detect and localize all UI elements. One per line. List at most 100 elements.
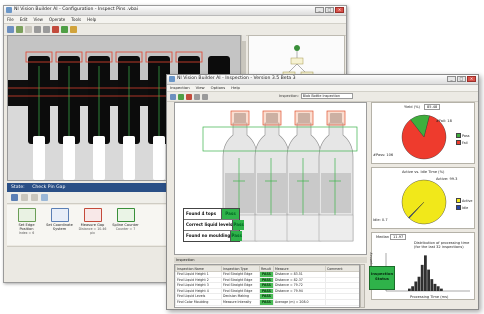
zoom-out-icon[interactable] [202, 93, 208, 100]
histogram-bar [420, 264, 424, 291]
legend-item: Pass [456, 133, 470, 138]
yield-chart-panel: Yield (%) 85.48 #Fail: 18 #Pass: 106 Pas… [371, 102, 475, 164]
result-row: Correct liquid levels Pass [184, 220, 244, 231]
histogram-bar [433, 283, 437, 291]
state-line: Inspection [174, 257, 367, 263]
zoom-in-icon[interactable] [34, 26, 41, 33]
menu-view[interactable]: View [33, 16, 43, 23]
state-start-node [294, 45, 300, 51]
idle-slice-label: Idle: 0.7 [373, 218, 388, 222]
table-scrollbar[interactable] [360, 264, 365, 308]
bottle-inspection-image[interactable]: Found 4 tops Pass Correct liquid levels … [174, 102, 367, 255]
histogram-bar [430, 279, 434, 291]
step-label: Set Coordinate System [46, 223, 73, 231]
result-status: Pass [221, 209, 239, 219]
edge-step-icon [17, 208, 36, 222]
menu-edit[interactable]: Edit [20, 16, 28, 23]
state-value: Check Pin Gap [32, 185, 66, 190]
inspection-titlebar[interactable]: NI Vision Builder AI - Inspection - Vers… [167, 75, 478, 85]
table-cell [325, 299, 359, 306]
result-status: Pass [232, 220, 244, 230]
configuration-title: NI Vision Builder AI - Configuration - I… [14, 7, 139, 12]
histogram-bar [427, 269, 430, 291]
inspection-selector-label: Inspection: [279, 94, 299, 98]
save-icon[interactable] [16, 26, 23, 33]
inspection-status-indicator: Inspection Status [369, 266, 395, 290]
step-measure-gap[interactable]: Measure Gap Distance = 10.46 pix [77, 205, 108, 245]
configuration-titlebar[interactable]: NI Vision Builder AI - Configuration - I… [4, 6, 346, 16]
step-label: Set Edge Position [18, 223, 35, 231]
inspection-selector[interactable]: Blob Bottle Inspection [300, 93, 353, 99]
table-cell: Measure Intensity [221, 299, 260, 306]
menu-tools[interactable]: Tools [71, 16, 81, 23]
menu-operate[interactable]: Operate [49, 16, 65, 23]
histogram-bar [417, 276, 421, 291]
legend-label: Idle [462, 205, 469, 210]
undo-icon[interactable] [25, 26, 32, 33]
menu-file[interactable]: File [7, 16, 14, 23]
step-value: Index = 6 [18, 231, 35, 235]
minimize-button[interactable]: _ [447, 76, 456, 82]
run-icon[interactable] [61, 26, 68, 33]
legend-swatch [456, 198, 461, 203]
step-value: Counter = 7 [115, 227, 136, 231]
open-icon[interactable] [170, 93, 176, 100]
measure-step-icon [83, 208, 102, 222]
inspection-window: NI Vision Builder AI - Inspection - Vers… [166, 74, 479, 310]
histogram-bar [408, 288, 411, 291]
maximize-button[interactable]: □ [457, 76, 466, 82]
coordinate-step-icon [50, 208, 69, 222]
delete-step-icon[interactable] [21, 194, 28, 201]
legend-item: Fail [456, 140, 468, 145]
histogram-bar [411, 286, 414, 291]
configuration-menubar: File Edit View Operate Tools Help [4, 16, 346, 24]
add-step-icon[interactable] [11, 194, 18, 201]
result-row: Found 4 tops Pass [184, 209, 239, 220]
legend-swatch [456, 140, 461, 145]
step-set-edge-position[interactable]: Set Edge Position Index = 6 [11, 205, 42, 245]
menu-help[interactable]: Help [231, 85, 240, 91]
app-icon [6, 7, 12, 13]
stop-icon[interactable] [186, 93, 192, 100]
table-cell: Average (m) = 208.0 [273, 299, 326, 306]
histogram-xlabel: Processing Time (ms) [410, 295, 449, 299]
result-label: Found 4 tops [186, 211, 217, 216]
close-button[interactable]: × [467, 76, 476, 82]
menu-options[interactable]: Options [211, 85, 226, 91]
step-value: Distance = 10.46 pix [78, 227, 107, 235]
inspection-title: NI Vision Builder AI - Inspection - Vers… [177, 76, 296, 81]
inspection-menubar: Inspection View Options Help [167, 85, 478, 92]
table-row[interactable]: Find Color Moulding Measure Intensity PASS… [175, 299, 359, 306]
zoom-in-icon[interactable] [194, 93, 200, 100]
results-table[interactable]: Inspection Name Inspection Type Result M… [174, 264, 360, 308]
counter-step-icon [116, 208, 135, 222]
inspection-toolbar: Inspection: Blob Bottle Inspection [167, 92, 478, 102]
run-icon[interactable] [178, 93, 184, 100]
legend-swatch [456, 205, 461, 210]
stop-icon[interactable] [52, 26, 59, 33]
legend-item: Idle [456, 205, 468, 210]
zoom-out-icon[interactable] [43, 26, 50, 33]
results-overlay: Found 4 tops Pass Correct liquid levels … [183, 208, 244, 242]
menu-help[interactable]: Help [87, 16, 96, 23]
histogram-bar [424, 255, 427, 291]
legend-label: Active [462, 198, 473, 203]
open-icon[interactable] [7, 26, 14, 33]
table-cell: Find Color Moulding [175, 299, 222, 306]
menu-inspection[interactable]: Inspection [170, 85, 190, 91]
status-line-2: Status [375, 276, 389, 281]
menu-view[interactable]: View [196, 85, 205, 91]
move-step-icon[interactable] [31, 194, 38, 201]
minimize-button[interactable]: _ [315, 7, 324, 13]
run-step-icon[interactable] [41, 194, 48, 201]
legend-swatch [456, 133, 461, 138]
step-set-coordinate-system[interactable]: Set Coordinate System [44, 205, 75, 245]
state-label: State: [11, 185, 25, 190]
result-label: Found no moulding [186, 233, 231, 238]
legend-label: Pass [462, 133, 470, 138]
settings-icon[interactable] [70, 26, 77, 33]
step-spline-counter[interactable]: Spline Counter Counter = 7 [110, 205, 141, 245]
maximize-button[interactable]: □ [325, 7, 334, 13]
close-button[interactable]: × [335, 7, 344, 13]
result-label: Correct liquid levels [186, 222, 233, 227]
